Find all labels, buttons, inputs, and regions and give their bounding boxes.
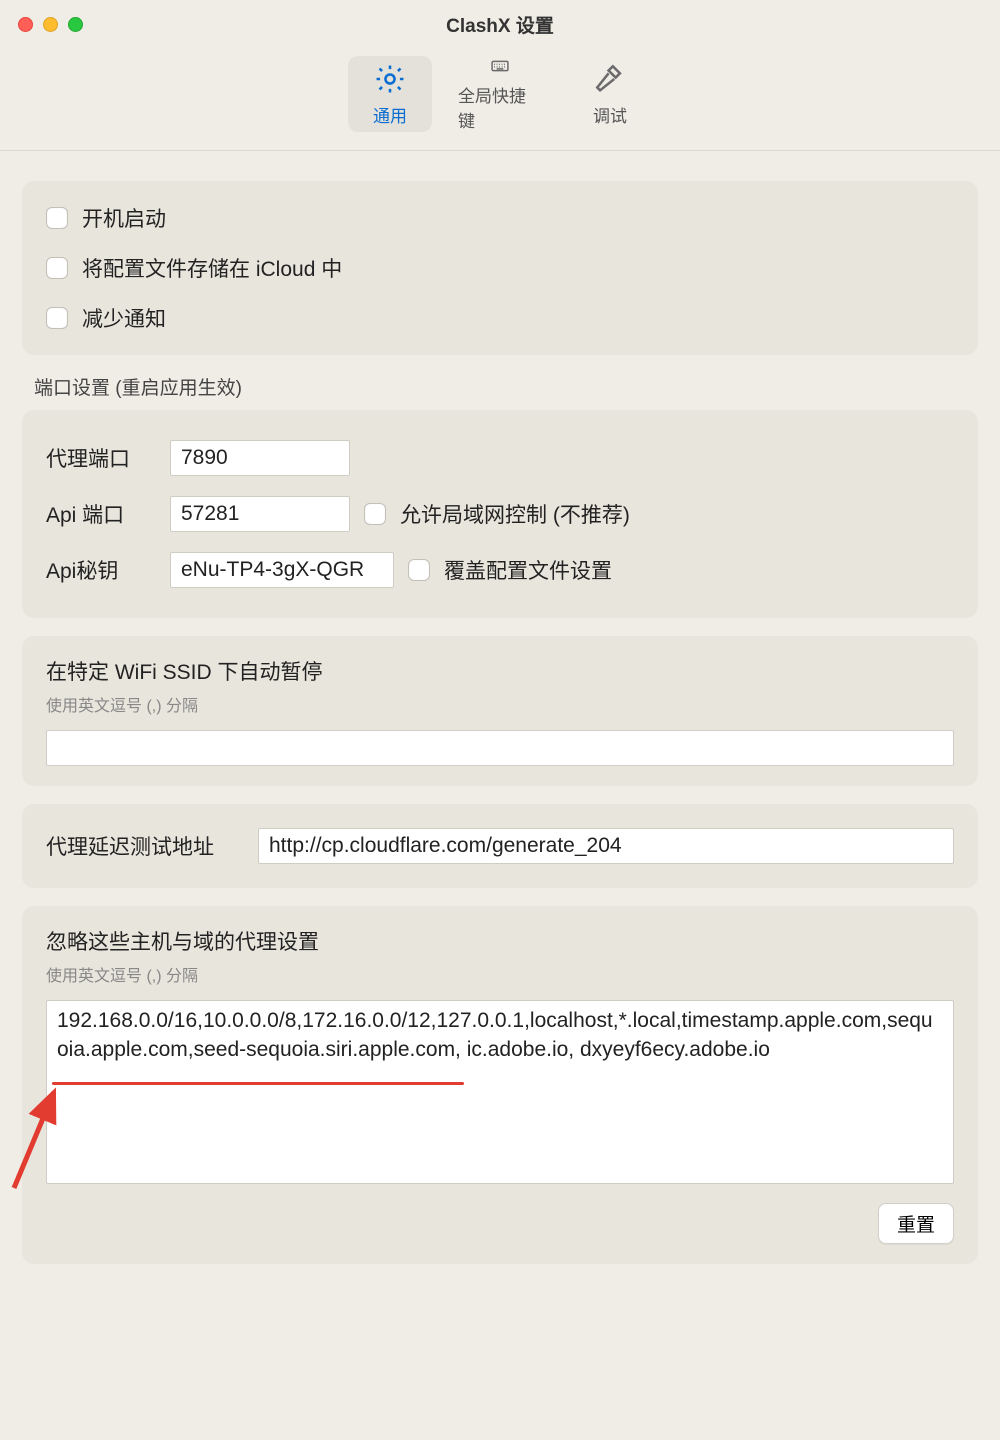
keyboard-icon [483, 56, 517, 76]
checkbox-launch-at-login[interactable] [46, 207, 68, 229]
content: 开机启动 将配置文件存储在 iCloud 中 减少通知 端口设置 (重启应用生效… [0, 151, 1000, 1302]
proxy-port-input[interactable] [170, 440, 350, 476]
wifi-pause-title: 在特定 WiFi SSID 下自动暂停 [46, 656, 954, 686]
reset-button[interactable]: 重置 [878, 1203, 954, 1244]
tab-hotkey-label: 全局快捷键 [458, 82, 542, 132]
api-port-input[interactable] [170, 496, 350, 532]
card-port-settings: 代理端口 Api 端口 允许局域网控制 (不推荐) Api秘钥 覆盖配置文件设置 [22, 410, 978, 618]
tab-general[interactable]: 通用 [348, 56, 432, 132]
api-secret-label: Api秘钥 [46, 555, 156, 585]
label-allow-lan: 允许局域网控制 (不推荐) [400, 499, 630, 529]
window-title: ClashX 设置 [0, 11, 1000, 38]
card-latency-url: 代理延迟测试地址 [22, 804, 978, 888]
api-port-label: Api 端口 [46, 499, 156, 529]
label-override-config: 覆盖配置文件设置 [444, 555, 612, 585]
card-launch-options: 开机启动 将配置文件存储在 iCloud 中 减少通知 [22, 181, 978, 355]
tab-debug-label: 调试 [593, 102, 627, 127]
tab-general-label: 通用 [373, 102, 407, 127]
ignore-hosts-hint: 使用英文逗号 (,) 分隔 [46, 962, 954, 986]
row-store-icloud: 将配置文件存储在 iCloud 中 [46, 243, 954, 293]
wifi-pause-hint: 使用英文逗号 (,) 分隔 [46, 692, 954, 716]
label-reduce-notif: 减少通知 [82, 303, 166, 333]
proxy-port-label: 代理端口 [46, 443, 156, 473]
checkbox-reduce-notif[interactable] [46, 307, 68, 329]
latency-url-input[interactable] [258, 828, 954, 864]
gear-icon [373, 62, 407, 96]
row-launch-at-login: 开机启动 [46, 193, 954, 243]
latency-url-label: 代理延迟测试地址 [46, 831, 244, 861]
api-secret-input[interactable] [170, 552, 394, 588]
port-section-header: 端口设置 (重启应用生效) [22, 373, 978, 410]
titlebar: ClashX 设置 [0, 0, 1000, 48]
row-reduce-notif: 减少通知 [46, 293, 954, 343]
toolbar: 通用 全局快捷键 调试 [0, 48, 1000, 151]
annotation-underline [52, 1082, 464, 1085]
checkbox-store-icloud[interactable] [46, 257, 68, 279]
card-wifi-pause: 在特定 WiFi SSID 下自动暂停 使用英文逗号 (,) 分隔 [22, 636, 978, 786]
checkbox-allow-lan[interactable] [364, 503, 386, 525]
label-launch-at-login: 开机启动 [82, 203, 166, 233]
checkbox-override-config[interactable] [408, 559, 430, 581]
ignore-hosts-textarea[interactable] [46, 1000, 954, 1184]
hammer-icon [593, 62, 627, 96]
tab-debug[interactable]: 调试 [568, 56, 652, 132]
wifi-ssid-input[interactable] [46, 730, 954, 766]
ignore-hosts-title: 忽略这些主机与域的代理设置 [46, 926, 954, 956]
label-store-icloud: 将配置文件存储在 iCloud 中 [82, 253, 342, 283]
tab-hotkey[interactable]: 全局快捷键 [458, 56, 542, 132]
card-ignore-hosts: 忽略这些主机与域的代理设置 使用英文逗号 (,) 分隔 重置 [22, 906, 978, 1264]
